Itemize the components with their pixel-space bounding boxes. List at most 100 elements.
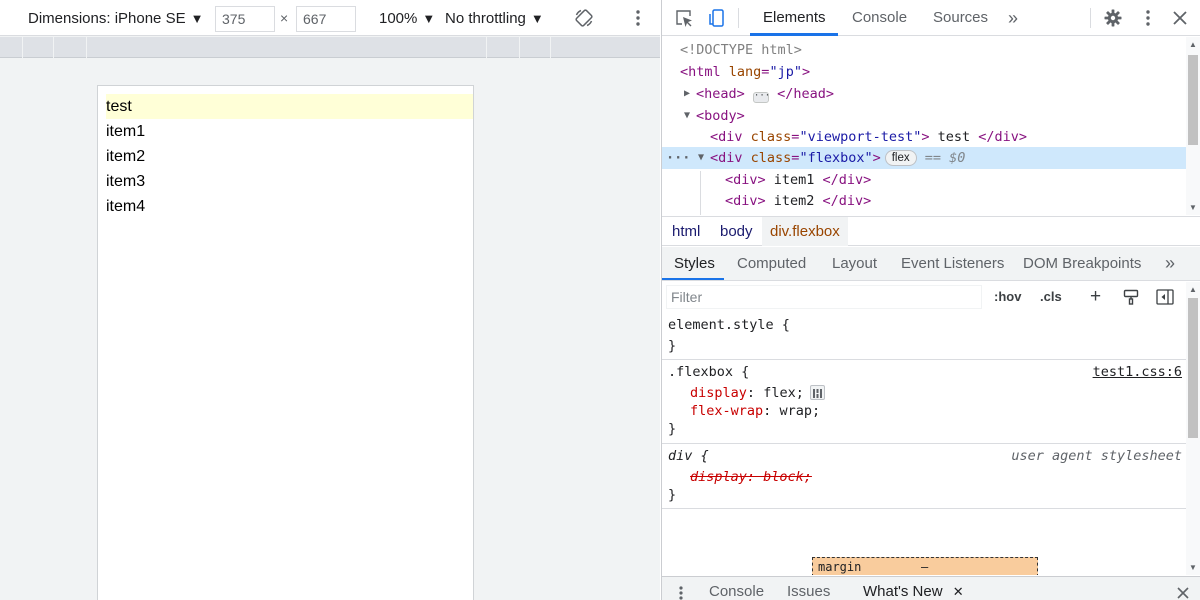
flex-item: item2 bbox=[106, 148, 146, 165]
toggle-sidebar-icon[interactable] bbox=[1155, 288, 1175, 306]
div-open-tag: <div bbox=[710, 150, 743, 166]
inspect-element-icon[interactable] bbox=[672, 7, 696, 29]
dom-tree-scrollbar[interactable]: ▲ ▼ bbox=[1186, 37, 1200, 215]
more-options-icon[interactable] bbox=[628, 8, 648, 28]
collapsed-ellipsis-icon[interactable]: ··· bbox=[752, 92, 770, 103]
dom-item2-line[interactable]: <div> item2 </div> bbox=[662, 190, 1186, 212]
more-tabs-icon[interactable]: » bbox=[1008, 0, 1018, 36]
more-subtabs-icon[interactable]: » bbox=[1165, 247, 1175, 280]
breadcrumb-div-flexbox[interactable]: div.flexbox bbox=[762, 217, 848, 246]
new-style-rule-icon[interactable]: + bbox=[1090, 282, 1101, 312]
tab-elements[interactable]: Elements bbox=[763, 0, 826, 36]
node-text: item2 bbox=[765, 193, 823, 209]
class-value: "flexbox" bbox=[799, 150, 873, 166]
device-toolbar-toggle-icon[interactable] bbox=[704, 7, 728, 29]
scroll-down-icon[interactable]: ▼ bbox=[1189, 203, 1197, 212]
styles-rules-pane[interactable]: element.style { } .flexbox { test1.css:6… bbox=[662, 313, 1186, 575]
scroll-up-icon[interactable]: ▲ bbox=[1189, 40, 1197, 49]
dom-viewport-test-line[interactable]: <div class="viewport-test"> test </div> bbox=[662, 126, 1186, 148]
emulated-viewport[interactable]: test item1 item2 item3 item4 bbox=[97, 85, 474, 600]
rule-close-brace: } bbox=[668, 487, 677, 503]
throttling-label: No throttling bbox=[445, 9, 526, 27]
tree-guide-line bbox=[700, 171, 701, 215]
close-drawer-icon[interactable] bbox=[1175, 585, 1191, 600]
dom-html-line[interactable]: <html lang="jp"> bbox=[662, 61, 1186, 83]
zoom-label: 100% bbox=[379, 9, 418, 27]
box-model-margin[interactable]: margin – bbox=[812, 557, 1038, 575]
tab-styles[interactable]: Styles bbox=[674, 247, 715, 280]
scroll-up-icon[interactable]: ▲ bbox=[1189, 285, 1197, 294]
overridden-declaration[interactable]: display: block; bbox=[690, 467, 812, 487]
flexbox-container: item1 item2 item3 item4 bbox=[106, 119, 473, 219]
dom-doctype-line[interactable]: <!DOCTYPE html> bbox=[662, 39, 1186, 61]
settings-gear-icon[interactable] bbox=[1102, 8, 1124, 28]
rotate-icon[interactable] bbox=[572, 7, 596, 29]
media-query-bar[interactable] bbox=[0, 37, 660, 58]
throttling-dropdown[interactable]: No throttling ▼ bbox=[445, 0, 544, 36]
breadcrumb-body[interactable]: body bbox=[712, 217, 761, 246]
row-options-ellipsis-icon[interactable]: ··· bbox=[666, 147, 690, 169]
dom-flexbox-line-selected[interactable]: ··· ▼ <div class="flexbox"> flex == $0 bbox=[662, 147, 1186, 169]
tab-computed[interactable]: Computed bbox=[737, 247, 806, 280]
box-model-margin-label: margin bbox=[818, 560, 862, 574]
styles-filter-input[interactable]: Filter bbox=[666, 285, 982, 309]
close-tab-icon[interactable]: ✕ bbox=[953, 584, 964, 599]
tab-console[interactable]: Console bbox=[852, 0, 907, 36]
expand-triangle-icon[interactable]: ▶ bbox=[684, 83, 690, 105]
node-text: item1 bbox=[765, 172, 823, 188]
paint-brush-icon[interactable] bbox=[1121, 288, 1141, 306]
colon: : bbox=[763, 403, 772, 419]
declaration-flex-wrap[interactable]: flex-wrap: wrap; bbox=[690, 401, 820, 421]
tab-sources[interactable]: Sources bbox=[933, 0, 988, 36]
rule-source-link[interactable]: test1.css:6 bbox=[1093, 362, 1182, 382]
zoom-dropdown[interactable]: 100% ▼ bbox=[379, 0, 435, 36]
div-close-tag: </div> bbox=[978, 129, 1028, 145]
tab-layout[interactable]: Layout bbox=[832, 247, 877, 280]
customize-menu-icon[interactable] bbox=[1138, 8, 1158, 28]
device-height-input[interactable]: 667 bbox=[296, 6, 356, 32]
body-open-tag: <body> bbox=[696, 108, 745, 124]
cls-toggle[interactable]: .cls bbox=[1040, 282, 1062, 312]
flexbox-editor-icon[interactable] bbox=[809, 385, 825, 400]
doctype-text: <!DOCTYPE html> bbox=[680, 42, 802, 58]
styles-scroll-thumb[interactable] bbox=[1188, 298, 1198, 438]
media-query-divider bbox=[519, 37, 520, 58]
drawer-tab-whats-new[interactable]: What's New ✕ bbox=[863, 577, 964, 600]
collapse-triangle-icon[interactable]: ▼ bbox=[684, 105, 690, 127]
declaration-display[interactable]: display: flex; bbox=[690, 383, 825, 403]
rule-div-user-agent[interactable]: div { user agent stylesheet display: blo… bbox=[662, 444, 1186, 509]
flex-badge[interactable]: flex bbox=[884, 150, 917, 166]
viewport-test-banner: test bbox=[106, 94, 473, 119]
drawer-tab-console[interactable]: Console bbox=[709, 577, 764, 600]
close-devtools-icon[interactable] bbox=[1170, 8, 1190, 28]
device-dimensions-dropdown[interactable]: Dimensions: iPhone SE ▼ bbox=[28, 0, 203, 36]
drawer-menu-icon[interactable] bbox=[676, 585, 686, 600]
rule-selector: element.style { bbox=[668, 317, 790, 333]
device-dimensions-label: Dimensions: iPhone SE bbox=[28, 9, 186, 27]
dom-item1-line[interactable]: <div> item1 </div> bbox=[662, 169, 1186, 191]
drawer-tab-issues[interactable]: Issues bbox=[787, 577, 830, 600]
class-attr: class bbox=[750, 150, 792, 166]
rule-element-style[interactable]: element.style { } bbox=[662, 313, 1186, 360]
styles-subtab-bar: Styles Computed Layout Event Listeners D… bbox=[662, 247, 1200, 281]
dom-body-line[interactable]: ▼ <body> bbox=[662, 105, 1186, 127]
rule-flexbox[interactable]: .flexbox { test1.css:6 display: flex; fl… bbox=[662, 360, 1186, 444]
hov-toggle[interactable]: :hov bbox=[994, 282, 1021, 312]
dom-head-line[interactable]: ▶ <head> ··· </head> bbox=[662, 83, 1186, 105]
dom-tree-scroll-thumb[interactable] bbox=[1188, 55, 1198, 145]
rule-selector: .flexbox { bbox=[668, 364, 750, 380]
dom-tree[interactable]: <!DOCTYPE html> <html lang="jp"> ▶ <head… bbox=[662, 37, 1200, 215]
scroll-down-icon[interactable]: ▼ bbox=[1189, 563, 1197, 572]
collapse-triangle-icon[interactable]: ▼ bbox=[698, 147, 704, 169]
styles-scrollbar[interactable]: ▲ ▼ bbox=[1186, 282, 1200, 575]
tab-dom-breakpoints[interactable]: DOM Breakpoints bbox=[1023, 247, 1141, 280]
device-width-input[interactable]: 375 bbox=[215, 6, 275, 32]
rule-source-user-agent: user agent stylesheet bbox=[1011, 448, 1182, 464]
devtools-panel: Elements Console Sources » <!DOCTYPE htm… bbox=[661, 0, 1200, 600]
tab-event-listeners[interactable]: Event Listeners bbox=[901, 247, 1004, 280]
devtools-tab-bar: Elements Console Sources » bbox=[662, 0, 1200, 36]
toolbar-divider bbox=[1090, 8, 1091, 28]
chevron-down-icon: ▼ bbox=[422, 10, 436, 26]
breadcrumb-html[interactable]: html bbox=[664, 217, 708, 246]
node-text: test bbox=[929, 129, 979, 145]
